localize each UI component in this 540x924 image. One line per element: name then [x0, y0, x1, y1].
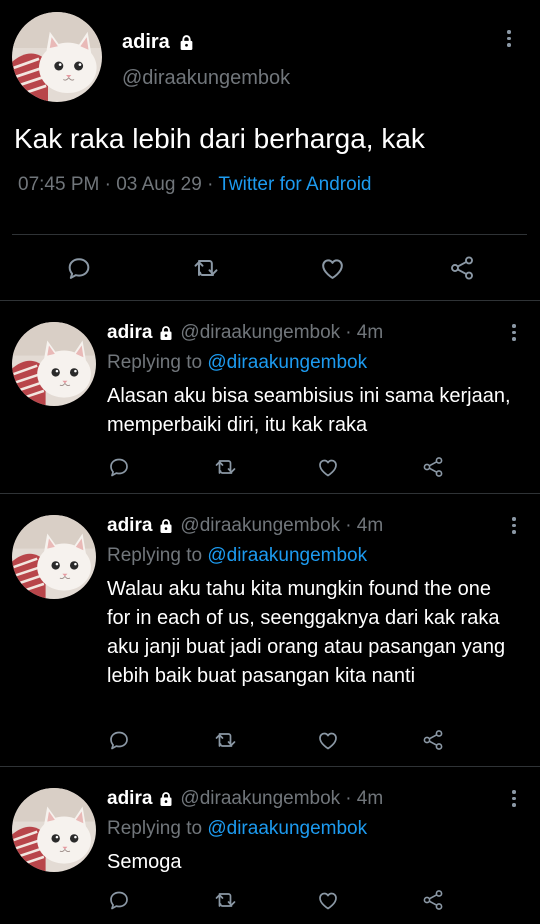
display-name[interactable]: adira — [107, 322, 152, 344]
reply-tweet[interactable]: adira @diraakungembok · 4m Replying to @… — [0, 300, 540, 493]
like-icon[interactable] — [316, 888, 340, 912]
reply-header: adira @diraakungembok · 4m — [107, 322, 383, 344]
tweet-text: Kak raka lebih dari berharga, kak — [14, 123, 425, 154]
reply-icon[interactable] — [107, 728, 131, 752]
tweet-date: 03 Aug 29 — [116, 174, 202, 195]
replying-handle[interactable]: @diraakungembok — [207, 352, 367, 373]
replying-to: Replying to @diraakungembok — [107, 545, 367, 567]
reply-icon[interactable] — [107, 888, 131, 912]
replying-handle[interactable]: @diraakungembok — [207, 545, 367, 566]
author-handle[interactable]: @diraakungembok — [180, 515, 340, 537]
more-options-icon[interactable] — [512, 324, 516, 341]
retweet-icon[interactable] — [213, 728, 238, 752]
author-handle[interactable]: @diraakungembok — [122, 67, 290, 90]
share-icon[interactable] — [421, 888, 445, 912]
retweet-icon[interactable] — [213, 888, 238, 912]
avatar[interactable] — [12, 788, 96, 872]
author-handle[interactable]: @diraakungembok — [180, 788, 340, 810]
tweet-text: Semoga — [107, 851, 182, 873]
action-bar — [0, 453, 540, 483]
replying-handle[interactable]: @diraakungembok — [207, 818, 367, 839]
reply-icon[interactable] — [65, 254, 93, 282]
reply-header: adira @diraakungembok · 4m — [107, 788, 383, 810]
tweet-age: · 4m — [345, 322, 384, 343]
lock-icon — [158, 791, 174, 807]
avatar[interactable] — [12, 515, 96, 599]
retweet-icon[interactable] — [191, 254, 221, 282]
meta-separator: · — [104, 174, 111, 195]
reply-header: adira @diraakungembok · 4m — [107, 515, 383, 537]
display-name[interactable]: adira — [122, 31, 170, 54]
display-name[interactable]: adira — [107, 788, 152, 810]
action-bar — [0, 250, 540, 284]
display-name[interactable]: adira — [107, 515, 152, 537]
tweet-text: Alasan aku bisa seambisius ini sama kerj… — [107, 385, 511, 436]
like-icon[interactable] — [316, 455, 340, 479]
lock-icon — [178, 34, 195, 51]
author-handle[interactable]: @diraakungembok — [180, 322, 340, 344]
replying-prefix: Replying to — [107, 818, 208, 839]
like-icon[interactable] — [318, 254, 347, 282]
divider — [12, 234, 527, 235]
replying-prefix: Replying to — [107, 545, 208, 566]
meta-separator: · — [207, 174, 214, 195]
reply-tweet[interactable]: adira @diraakungembok · 4m Replying to @… — [0, 766, 540, 924]
share-icon[interactable] — [421, 455, 445, 479]
replying-prefix: Replying to — [107, 352, 208, 373]
share-icon[interactable] — [421, 728, 445, 752]
avatar[interactable] — [12, 12, 102, 102]
tweet-time: 07:45 PM — [18, 174, 100, 195]
tweet-age: · 4m — [345, 788, 384, 809]
lock-icon — [158, 518, 174, 534]
lock-icon — [158, 325, 174, 341]
avatar[interactable] — [12, 322, 96, 406]
main-tweet: adira @diraakungembok Kak raka lebih dar… — [0, 0, 540, 300]
share-icon[interactable] — [448, 254, 476, 282]
more-options-icon[interactable] — [512, 790, 516, 807]
retweet-icon[interactable] — [213, 455, 238, 479]
more-options-icon[interactable] — [512, 517, 516, 534]
tweet-age: · 4m — [345, 515, 384, 536]
action-bar — [0, 886, 540, 916]
replying-to: Replying to @diraakungembok — [107, 818, 367, 840]
tweet-text: Walau aku tahu kita mungkin found the on… — [107, 578, 506, 687]
tweet-source[interactable]: Twitter for Android — [218, 174, 371, 195]
replying-to: Replying to @diraakungembok — [107, 352, 367, 374]
reply-tweet[interactable]: adira @diraakungembok · 4m Replying to @… — [0, 493, 540, 766]
reply-icon[interactable] — [107, 455, 131, 479]
tweet-meta: 07:45 PM · 03 Aug 29 · Twitter for Andro… — [18, 174, 371, 196]
more-options-icon[interactable] — [507, 30, 511, 47]
like-icon[interactable] — [316, 728, 340, 752]
author-name-row[interactable]: adira — [122, 31, 195, 54]
action-bar — [0, 726, 540, 756]
